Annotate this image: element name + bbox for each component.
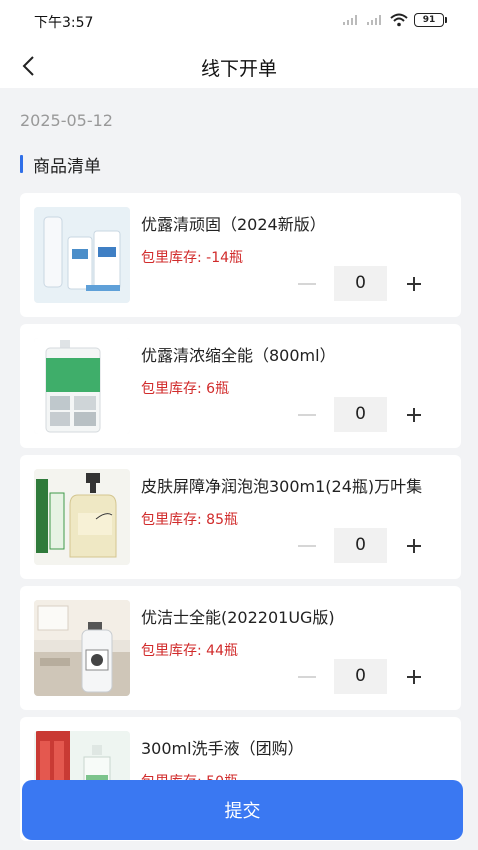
quantity-input[interactable]: 0 xyxy=(334,659,387,694)
quantity-stepper: 0 xyxy=(298,528,421,563)
quantity-input[interactable]: 0 xyxy=(334,397,387,432)
product-stock: 包里库存: -14瓶 xyxy=(141,250,244,266)
minus-icon[interactable] xyxy=(298,282,316,285)
product-name: 300ml洗手液（团购） xyxy=(141,739,304,758)
product-card: 优洁士全能(202201UG版) 包里库存: 44瓶 0 xyxy=(20,586,461,710)
minus-icon[interactable] xyxy=(298,413,316,416)
battery-indicator: 91 xyxy=(414,13,447,27)
product-name: 优露清浓缩全能（800ml） xyxy=(141,346,336,365)
wifi-icon xyxy=(390,13,408,27)
product-name: 优露清顽固（2024新版） xyxy=(141,215,326,234)
product-card: 优露清浓缩全能（800ml） 包里库存: 6瓶 0 xyxy=(20,324,461,448)
product-name: 优洁士全能(202201UG版) xyxy=(141,608,335,627)
quantity-stepper: 0 xyxy=(298,659,421,694)
product-card: 优露清顽固（2024新版） 包里库存: -14瓶 0 xyxy=(20,193,461,317)
section-title: 商品清单 xyxy=(33,156,101,177)
product-stock: 包里库存: 85瓶 xyxy=(141,512,238,528)
section-header: 商品清单 xyxy=(20,153,101,177)
quantity-stepper: 0 xyxy=(298,266,421,301)
product-stock: 包里库存: 6瓶 xyxy=(141,381,230,397)
product-image xyxy=(34,600,130,696)
plus-icon[interactable] xyxy=(407,538,421,553)
status-icons: 91 xyxy=(342,13,447,27)
section-accent-bar xyxy=(20,155,23,173)
product-name: 皮肤屏障净润泡泡300m1(24瓶)万叶集 xyxy=(141,477,423,496)
nav-bar: 线下开单 xyxy=(0,44,478,88)
order-date: 2025-05-12 xyxy=(20,111,113,130)
page-title: 线下开单 xyxy=(200,58,277,80)
plus-icon[interactable] xyxy=(407,407,421,422)
signal-icon-2 xyxy=(367,15,381,25)
minus-icon[interactable] xyxy=(298,675,316,678)
status-bar: 下午3:57 91 xyxy=(0,0,478,44)
product-image xyxy=(34,338,130,434)
submit-button[interactable]: 提交 xyxy=(22,780,463,840)
minus-icon[interactable] xyxy=(298,544,316,547)
product-image xyxy=(34,469,130,565)
product-list: 优露清顽固（2024新版） 包里库存: -14瓶 0 优露清浓缩全能（800ml… xyxy=(20,193,461,848)
quantity-stepper: 0 xyxy=(298,397,421,432)
status-time: 下午3:57 xyxy=(34,15,94,31)
quantity-input[interactable]: 0 xyxy=(334,528,387,563)
plus-icon[interactable] xyxy=(407,669,421,684)
signal-icon xyxy=(343,15,357,25)
product-card: 皮肤屏障净润泡泡300m1(24瓶)万叶集 包里库存: 85瓶 0 xyxy=(20,455,461,579)
plus-icon[interactable] xyxy=(407,276,421,291)
footer-bar: 提交 xyxy=(0,780,478,850)
product-stock: 包里库存: 44瓶 xyxy=(141,643,238,659)
quantity-input[interactable]: 0 xyxy=(334,266,387,301)
product-image xyxy=(34,207,130,303)
